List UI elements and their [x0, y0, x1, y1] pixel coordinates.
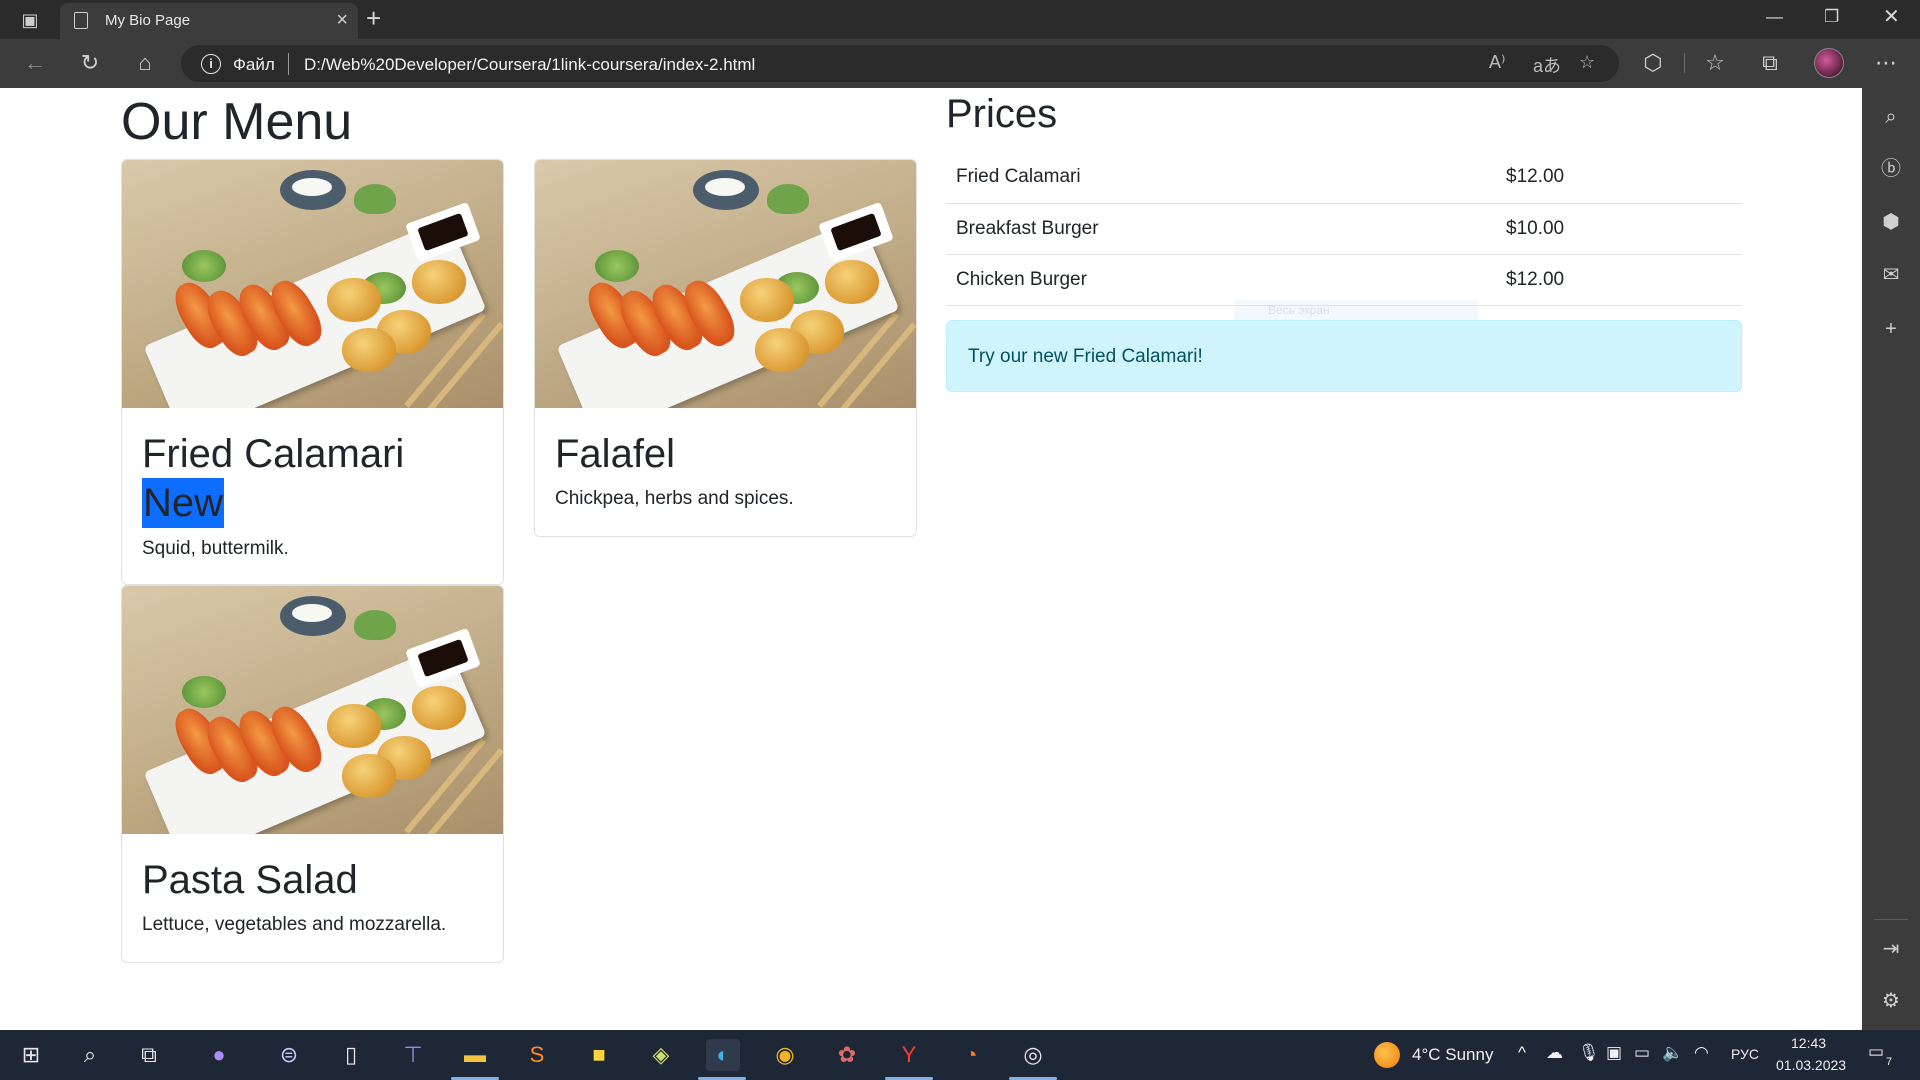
- promo-alert: Try our new Fried Calamari!: [946, 320, 1742, 392]
- menu-heading: Our Menu: [121, 93, 353, 151]
- volume-icon[interactable]: 🔈: [1662, 1043, 1683, 1063]
- profile-avatar[interactable]: [1814, 48, 1844, 78]
- toolbar-separator: [1684, 53, 1685, 73]
- app-icon[interactable]: ◈: [644, 1039, 678, 1071]
- notifications-icon[interactable]: ▭: [1868, 1042, 1884, 1062]
- search-icon[interactable]: ⌕: [73, 1039, 107, 1071]
- task-view-icon[interactable]: ⧉: [132, 1039, 166, 1071]
- add-favorite-icon[interactable]: ☆: [1579, 52, 1595, 73]
- search-icon[interactable]: ⌕: [1876, 102, 1906, 132]
- edge-browser-icon[interactable]: ◐: [706, 1039, 740, 1071]
- table-row: Fried Calamari $12.00: [946, 152, 1742, 204]
- chrome-icon[interactable]: ◉: [768, 1039, 802, 1071]
- teams-icon[interactable]: ⊤: [396, 1039, 430, 1071]
- price-item-value: $12.00: [1496, 254, 1742, 306]
- prices-heading: Prices: [946, 92, 1058, 136]
- new-badge: New: [142, 478, 225, 528]
- card-description: Squid, buttermilk.: [142, 538, 289, 559]
- hide-sidebar-icon[interactable]: ⇥: [1876, 934, 1906, 964]
- tab-title: My Bio Page: [105, 12, 191, 29]
- windows-start-icon[interactable]: ⊞: [14, 1039, 48, 1071]
- input-language[interactable]: РУС: [1731, 1046, 1759, 1062]
- address-separator: [288, 53, 289, 75]
- show-hidden-icons-icon[interactable]: ^: [1518, 1043, 1526, 1063]
- sticky-notes-icon[interactable]: ■: [582, 1039, 616, 1071]
- address-url[interactable]: D:/Web%20Developer/Coursera/1link-course…: [304, 55, 755, 75]
- favorites-icon[interactable]: ☆: [1700, 49, 1730, 77]
- collections-icon[interactable]: ⧉: [1755, 49, 1785, 77]
- tab-close-icon[interactable]: ×: [336, 9, 348, 32]
- table-row: Chicken Burger $12.00: [946, 254, 1742, 306]
- food-image: [535, 160, 916, 408]
- extensions-icon[interactable]: ⬡: [1638, 49, 1668, 77]
- notification-count: 7: [1886, 1056, 1893, 1068]
- browser-toolbar: ← ↻ ⌂ i Файл D:/Web%20Developer/Coursera…: [0, 39, 1920, 88]
- reload-icon[interactable]: ↻: [75, 49, 105, 77]
- yandex-browser-icon[interactable]: Y: [892, 1039, 926, 1071]
- close-window-button[interactable]: ✕: [1883, 4, 1900, 29]
- sidebar-divider: [1874, 919, 1908, 920]
- tab-actions-icon[interactable]: ▣: [18, 9, 42, 31]
- page-icon: [74, 12, 88, 29]
- restore-button[interactable]: ❐: [1824, 7, 1839, 27]
- price-item-value: $10.00: [1496, 203, 1742, 255]
- media-player-icon[interactable]: ◎: [1016, 1039, 1050, 1071]
- card-description: Lettuce, vegetables and mozzarella.: [142, 914, 447, 935]
- microphone-icon[interactable]: 🎙: [1578, 1043, 1600, 1063]
- home-icon[interactable]: ⌂: [130, 49, 160, 77]
- edge-sidebar: ⌕ ⓑ ⬢ ✉ + ⇥ ⚙: [1862, 88, 1920, 1030]
- settings-more-icon[interactable]: ⋯: [1871, 49, 1901, 77]
- address-bar[interactable]: i Файл D:/Web%20Developer/Coursera/1link…: [181, 45, 1619, 82]
- weather-text[interactable]: 4°C Sunny: [1412, 1045, 1493, 1065]
- menu-card-pasta-salad: Pasta Salad Lettuce, vegetables and mozz…: [121, 585, 504, 963]
- page-content: Our Menu Fried Calamari New Squid, butte…: [0, 88, 1862, 1030]
- windows-taskbar: ⊞ ⌕ ⧉ ● ⊜ ▯ ⊤ ▬ S ■ ◈ ◐ ◉ ✿ Y ◔ ◎ 4°C Su…: [0, 1030, 1920, 1080]
- onedrive-icon[interactable]: ☁: [1546, 1043, 1563, 1063]
- site-info-icon[interactable]: i: [201, 54, 221, 74]
- title-bar: ▣ My Bio Page × + — ❐ ✕: [0, 0, 1920, 39]
- menu-card-falafel: Falafel Chickpea, herbs and spices.: [534, 159, 917, 537]
- menu-card-fried-calamari: Fried Calamari New Squid, buttermilk.: [121, 159, 504, 585]
- firefox-icon[interactable]: ◔: [954, 1039, 988, 1071]
- price-item-value: $12.00: [1496, 152, 1742, 204]
- paint-icon[interactable]: ✿: [830, 1039, 864, 1071]
- read-aloud-icon[interactable]: A⁾: [1489, 52, 1505, 73]
- minimize-button[interactable]: —: [1766, 7, 1783, 27]
- food-image: [122, 160, 503, 408]
- food-image: [122, 586, 503, 834]
- card-title: Fried Calamari: [142, 432, 405, 476]
- back-icon[interactable]: ←: [20, 49, 50, 77]
- table-row: Breakfast Burger $10.00: [946, 203, 1742, 255]
- price-item-name: Fried Calamari: [946, 152, 1496, 204]
- tab-my-bio-page[interactable]: My Bio Page ×: [60, 3, 358, 39]
- card-title: Falafel: [555, 432, 676, 476]
- card-title: Pasta Salad: [142, 858, 358, 902]
- sidebar-settings-icon[interactable]: ⚙: [1876, 986, 1906, 1016]
- bing-chat-icon[interactable]: ⓑ: [1876, 154, 1906, 184]
- prices-table: Fried Calamari $12.00 Breakfast Burger $…: [946, 152, 1742, 306]
- outlook-icon[interactable]: ✉: [1876, 260, 1906, 290]
- new-tab-button[interactable]: +: [366, 3, 381, 34]
- notepad-file-icon[interactable]: ▯: [334, 1039, 368, 1071]
- games-icon[interactable]: ⬢: [1876, 207, 1906, 237]
- file-explorer-icon[interactable]: ▬: [458, 1039, 492, 1071]
- camera-icon[interactable]: ▣: [1606, 1043, 1622, 1063]
- clock-date[interactable]: 01.03.2023: [1776, 1057, 1846, 1073]
- sublime-text-icon[interactable]: S: [520, 1039, 554, 1071]
- add-sidebar-app-icon[interactable]: +: [1876, 314, 1906, 344]
- price-item-name: Breakfast Burger: [946, 203, 1496, 255]
- address-scheme-label: Файл: [233, 55, 275, 74]
- price-item-name: Chicken Burger: [946, 254, 1496, 306]
- wifi-icon[interactable]: ◠: [1694, 1043, 1709, 1063]
- translate-icon[interactable]: aあ: [1533, 52, 1561, 78]
- battery-icon[interactable]: ▭: [1634, 1043, 1650, 1063]
- alice-assistant-icon[interactable]: ●: [202, 1039, 236, 1071]
- card-description: Chickpea, herbs and spices.: [555, 488, 794, 509]
- weather-sun-icon: [1374, 1042, 1400, 1068]
- fullscreen-hint: Весь экран: [1234, 300, 1478, 320]
- disk-app-icon[interactable]: ⊜: [272, 1039, 306, 1071]
- clock-time[interactable]: 12:43: [1791, 1035, 1826, 1051]
